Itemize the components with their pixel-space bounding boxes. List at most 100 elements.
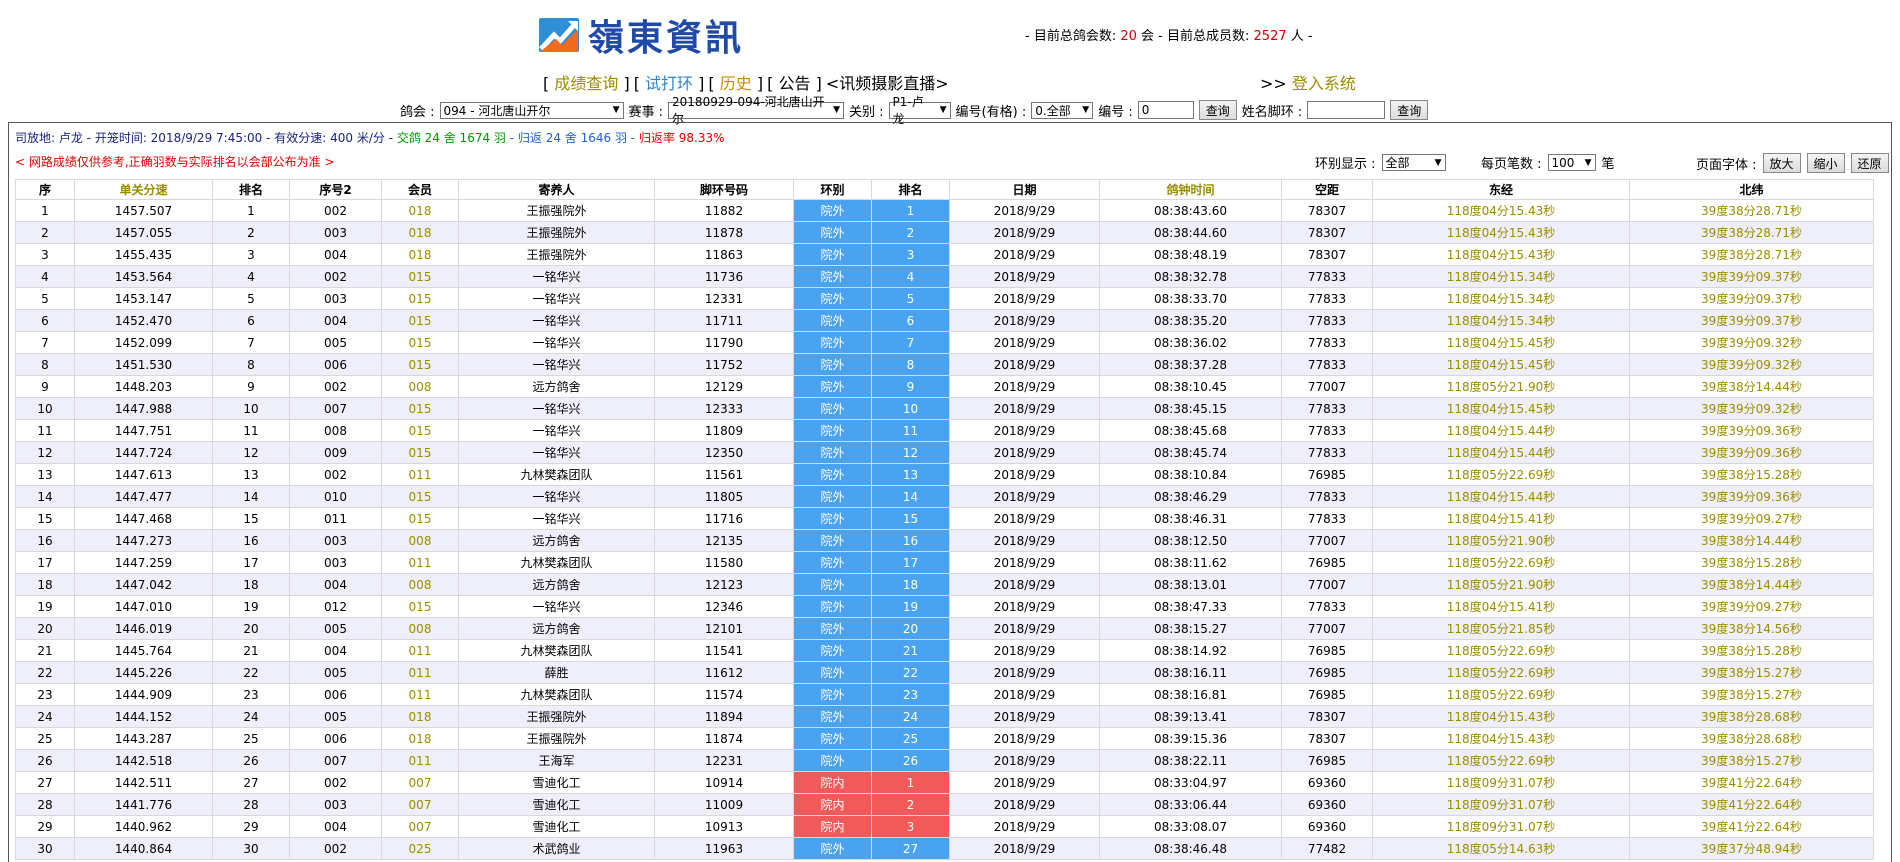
col-latitude-cell: 39度39分09.37秒 bbox=[1629, 265, 1874, 288]
zoom-in-button[interactable]: 放大 bbox=[1762, 153, 1801, 173]
table-row[interactable]: 20 1446.019 20 005 008 远方鸽舍 12101 院外 20 2018/9/29… bbox=[15, 617, 1874, 640]
table-row[interactable]: 28 1441.776 28 003 007 雪迪化工 11009 院内 2 2018/9/29 0… bbox=[15, 793, 1874, 816]
col-speed-cell: 1453.564 bbox=[74, 265, 213, 288]
col-owner-cell: 九林樊森团队 bbox=[458, 683, 655, 706]
number-input[interactable]: 0 bbox=[1137, 101, 1194, 119]
col-speed-cell: 1443.287 bbox=[74, 727, 213, 750]
name-ring-input[interactable] bbox=[1307, 101, 1386, 119]
nav-item-history[interactable]: [ 历史 ] bbox=[708, 70, 763, 94]
table-row[interactable]: 17 1447.259 17 003 011 九林樊森团队 11580 院外 17 2018/9/… bbox=[15, 551, 1874, 574]
table-row[interactable]: 23 1444.909 23 006 011 九林樊森团队 11574 院外 23 2018/9/… bbox=[15, 683, 1874, 706]
col-serial2-cell: 003 bbox=[289, 551, 382, 574]
col-index-cell: 13 bbox=[15, 463, 75, 486]
site-logo[interactable]: 嶺東資訊 bbox=[538, 12, 744, 59]
nav-item-results[interactable]: [ 成绩查询 ] bbox=[543, 70, 630, 94]
ring-category-select[interactable]: 0.全部 ▼ bbox=[1031, 101, 1094, 119]
table-row[interactable]: 1 1457.507 1 002 018 王振强院外 11882 院外 1 2018/9/29 08… bbox=[15, 199, 1874, 222]
table-row[interactable]: 7 1452.099 7 005 015 一铭华兴 11790 院外 7 2018/9/29 08:… bbox=[15, 331, 1874, 354]
col-member-cell: 011 bbox=[381, 749, 459, 772]
table-row[interactable]: 16 1447.273 16 003 008 远方鸽舍 12135 院外 16 2018/9/29… bbox=[15, 529, 1874, 552]
table-row[interactable]: 9 1448.203 9 002 008 远方鸽舍 12129 院外 9 2018/9/29 08:… bbox=[15, 375, 1874, 398]
col-rank-cell: 8 bbox=[212, 353, 290, 376]
per-page-select[interactable]: 100 ▼ bbox=[1547, 154, 1596, 171]
stats-prefix: - 目前总鸽会数: bbox=[1025, 29, 1117, 44]
ring-display-select[interactable]: 全部 ▼ bbox=[1381, 154, 1446, 171]
col-date-cell: 2018/9/29 bbox=[949, 309, 1100, 332]
table-row[interactable]: 29 1440.962 29 004 007 雪迪化工 10913 院内 3 2018/9/29 0… bbox=[15, 815, 1874, 838]
col-date-cell: 2018/9/29 bbox=[949, 375, 1100, 398]
table-row[interactable]: 25 1443.287 25 006 018 王振强院外 11874 院外 25 2018/9/2… bbox=[15, 727, 1874, 750]
col-latitude-cell: 39度41分22.64秒 bbox=[1629, 815, 1874, 838]
col-ring-cell: 11882 bbox=[654, 199, 794, 222]
col-loc-cell: 院外 bbox=[793, 749, 872, 772]
return-rate: 归返率 98.33% bbox=[638, 131, 725, 145]
col-distance-cell: 77007 bbox=[1281, 375, 1373, 398]
col-serial2-cell: 002 bbox=[289, 375, 382, 398]
col-owner-cell: 王振强院外 bbox=[458, 243, 655, 266]
nav-item-notice[interactable]: [ 公告 ] bbox=[767, 70, 822, 94]
col-date-cell: 2018/9/29 bbox=[949, 441, 1100, 464]
table-row[interactable]: 18 1447.042 18 004 008 远方鸽舍 12123 院外 18 2018/9/29… bbox=[15, 573, 1874, 596]
table-row[interactable]: 13 1447.613 13 002 011 九林樊森团队 11561 院外 13 2018/9/… bbox=[15, 463, 1874, 486]
col-loc-rank-cell: 4 bbox=[871, 265, 950, 288]
chevron-down-icon: ▼ bbox=[939, 105, 947, 115]
table-row[interactable]: 15 1447.468 15 011 015 一铭华兴 11716 院外 15 2018/9/29… bbox=[15, 507, 1874, 530]
zoom-out-button[interactable]: 缩小 bbox=[1806, 153, 1845, 173]
table-row[interactable]: 26 1442.518 26 007 011 王海军 12231 院外 26 2018/9/29 0… bbox=[15, 749, 1874, 772]
table-row[interactable]: 22 1445.226 22 005 011 薛胜 11612 院外 22 2018/9/29 08… bbox=[15, 661, 1874, 684]
font-size-control: 页面字体 : 放大 缩小 还原 bbox=[1696, 153, 1889, 173]
col-clock-cell: 08:38:46.29 bbox=[1099, 485, 1282, 508]
reset-zoom-button[interactable]: 还原 bbox=[1850, 153, 1889, 173]
col-loc-cell: 院外 bbox=[793, 463, 872, 486]
table-row[interactable]: 21 1445.764 21 004 011 九林樊森团队 11541 院外 21 2018/9/… bbox=[15, 639, 1874, 662]
nav-item-trial[interactable]: [ 试打环 ] bbox=[634, 70, 705, 94]
col-ring-cell: 12123 bbox=[654, 573, 794, 596]
col-clock-cell: 08:38:12.50 bbox=[1099, 529, 1282, 552]
col-index-cell: 5 bbox=[15, 287, 75, 310]
table-row[interactable]: 3 1455.435 3 004 018 王振强院外 11863 院外 3 2018/9/29 08… bbox=[15, 243, 1874, 266]
table-row[interactable]: 14 1447.477 14 010 015 一铭华兴 11805 院外 14 2018/9/29… bbox=[15, 485, 1874, 508]
login-link[interactable]: >> 登入系统 bbox=[1260, 70, 1356, 94]
col-rank-cell: 20 bbox=[212, 617, 290, 640]
race-select[interactable]: 20180929-094-河北唐山开尔 ▼ bbox=[668, 95, 845, 126]
col-index-header: 序 bbox=[15, 179, 75, 200]
table-row[interactable]: 4 1453.564 4 002 015 一铭华兴 11736 院外 4 2018/9/29 08:… bbox=[15, 265, 1874, 288]
table-row[interactable]: 30 1440.864 30 002 025 术武鸽业 11963 院外 27 2018/9/29… bbox=[15, 837, 1874, 860]
query-name-button[interactable]: 查询 bbox=[1390, 100, 1429, 120]
query-button[interactable]: 查询 bbox=[1198, 100, 1237, 120]
table-row[interactable]: 5 1453.147 5 003 015 一铭华兴 12331 院外 5 2018/9/29 08:… bbox=[15, 287, 1874, 310]
col-index-cell: 19 bbox=[15, 595, 75, 618]
col-longitude-cell: 118度05分21.90秒 bbox=[1372, 529, 1630, 552]
col-date-cell: 2018/9/29 bbox=[949, 485, 1100, 508]
table-row[interactable]: 2 1457.055 2 003 018 王振强院外 11878 院外 2 2018/9/29 08… bbox=[15, 221, 1874, 244]
col-serial2-cell: 007 bbox=[289, 397, 382, 420]
col-rank-cell: 29 bbox=[212, 815, 290, 838]
table-row[interactable]: 12 1447.724 12 009 015 一铭华兴 12350 院外 12 2018/9/29… bbox=[15, 441, 1874, 464]
club-select[interactable]: 094 - 河北唐山开尔 ▼ bbox=[439, 101, 624, 119]
table-row[interactable]: 8 1451.530 8 006 015 一铭华兴 11752 院外 8 2018/9/29 08:… bbox=[15, 353, 1874, 376]
group-select[interactable]: P1-卢龙 ▼ bbox=[888, 95, 951, 126]
col-index-cell: 22 bbox=[15, 661, 75, 684]
col-serial2-cell: 005 bbox=[289, 705, 382, 728]
col-index-cell: 10 bbox=[15, 397, 75, 420]
col-member-cell: 018 bbox=[381, 199, 459, 222]
table-row[interactable]: 10 1447.988 10 007 015 一铭华兴 12333 院外 10 2018/9/29… bbox=[15, 397, 1874, 420]
col-ring-cell: 11716 bbox=[654, 507, 794, 530]
col-speed-cell: 1447.613 bbox=[74, 463, 213, 486]
table-row[interactable]: 27 1442.511 27 002 007 雪迪化工 10914 院内 1 2018/9/29 0… bbox=[15, 771, 1874, 794]
col-ring-cell: 11561 bbox=[654, 463, 794, 486]
nav-item-live[interactable]: <讯频摄影直播> bbox=[826, 70, 949, 94]
col-loc-cell: 院内 bbox=[793, 815, 872, 838]
table-row[interactable]: 24 1444.152 24 005 018 王振强院外 11894 院外 24 2018/9/2… bbox=[15, 705, 1874, 728]
col-speed-cell: 1451.530 bbox=[74, 353, 213, 376]
col-loc-cell: 院外 bbox=[793, 199, 872, 222]
table-row[interactable]: 19 1447.010 19 012 015 一铭华兴 12346 院外 19 2018/9/29… bbox=[15, 595, 1874, 618]
col-distance-cell: 78307 bbox=[1281, 221, 1373, 244]
col-loc-rank-header: 排名 bbox=[871, 179, 950, 200]
col-ring-cell: 12129 bbox=[654, 375, 794, 398]
col-member-cell: 015 bbox=[381, 397, 459, 420]
table-row[interactable]: 6 1452.470 6 004 015 一铭华兴 11711 院外 6 2018/9/29 08:… bbox=[15, 309, 1874, 332]
col-loc-cell: 院外 bbox=[793, 419, 872, 442]
table-header: 序单关分速 排名 序号2 会员 寄养人 脚环号码 环别 排名 日期 鸽钟时间 空距 东经 北纬 bbox=[15, 179, 1874, 200]
table-row[interactable]: 11 1447.751 11 008 015 一铭华兴 11809 院外 11 2018/9/29… bbox=[15, 419, 1874, 442]
